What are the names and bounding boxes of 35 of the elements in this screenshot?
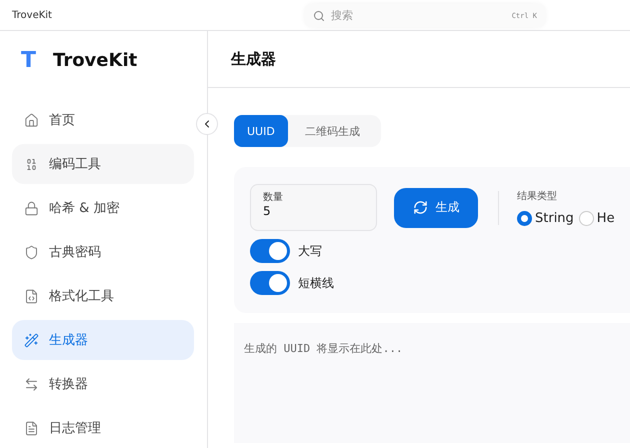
file-code-icon (24, 288, 39, 304)
sidebar-item[interactable]: 格式化工具 (12, 276, 194, 316)
tab[interactable]: 二维码生成 (292, 115, 373, 147)
toggle-switch[interactable] (250, 239, 290, 263)
brand-name: TroveKit (53, 50, 138, 71)
count-input[interactable]: 5 (263, 204, 364, 218)
toggle-switch[interactable] (250, 271, 290, 295)
toggle-label: 大写 (298, 242, 322, 260)
sidebar-item[interactable]: 转换器 (12, 364, 194, 404)
radio-option[interactable]: He (578, 211, 615, 226)
sidebar-item[interactable]: 生成器 (12, 320, 194, 360)
toggle-label: 短横线 (298, 274, 334, 292)
result-type-label: 结果类型 (517, 190, 558, 203)
magic-wand-icon (24, 332, 39, 348)
lock-icon (24, 200, 39, 216)
field-label: 数量 (263, 191, 284, 204)
refresh-icon (412, 200, 428, 215)
output-area: 生成的 UUID 将显示在此处... (234, 323, 630, 443)
generate-button[interactable]: 生成 (394, 188, 478, 228)
sidebar-item[interactable]: 古典密码 (12, 232, 194, 272)
tab[interactable]: UUID (234, 115, 288, 147)
sidebar-item[interactable]: 哈希 & 加密 (12, 188, 194, 228)
collapse-button[interactable] (196, 113, 218, 135)
sidebar-item[interactable]: 首页 (12, 100, 194, 140)
sidebar-item[interactable]: 日志管理 (12, 408, 194, 448)
arrows-icon (24, 376, 39, 392)
logo: T (21, 48, 36, 73)
radio-option[interactable]: String (517, 211, 574, 226)
home-icon (24, 112, 39, 128)
sidebar-item[interactable]: 编码工具 (12, 144, 194, 184)
window-title: TroveKit (12, 10, 52, 20)
page-title: 生成器 (231, 50, 276, 68)
search-icon (313, 10, 325, 22)
shield-icon (24, 244, 39, 260)
document-icon (24, 420, 39, 436)
